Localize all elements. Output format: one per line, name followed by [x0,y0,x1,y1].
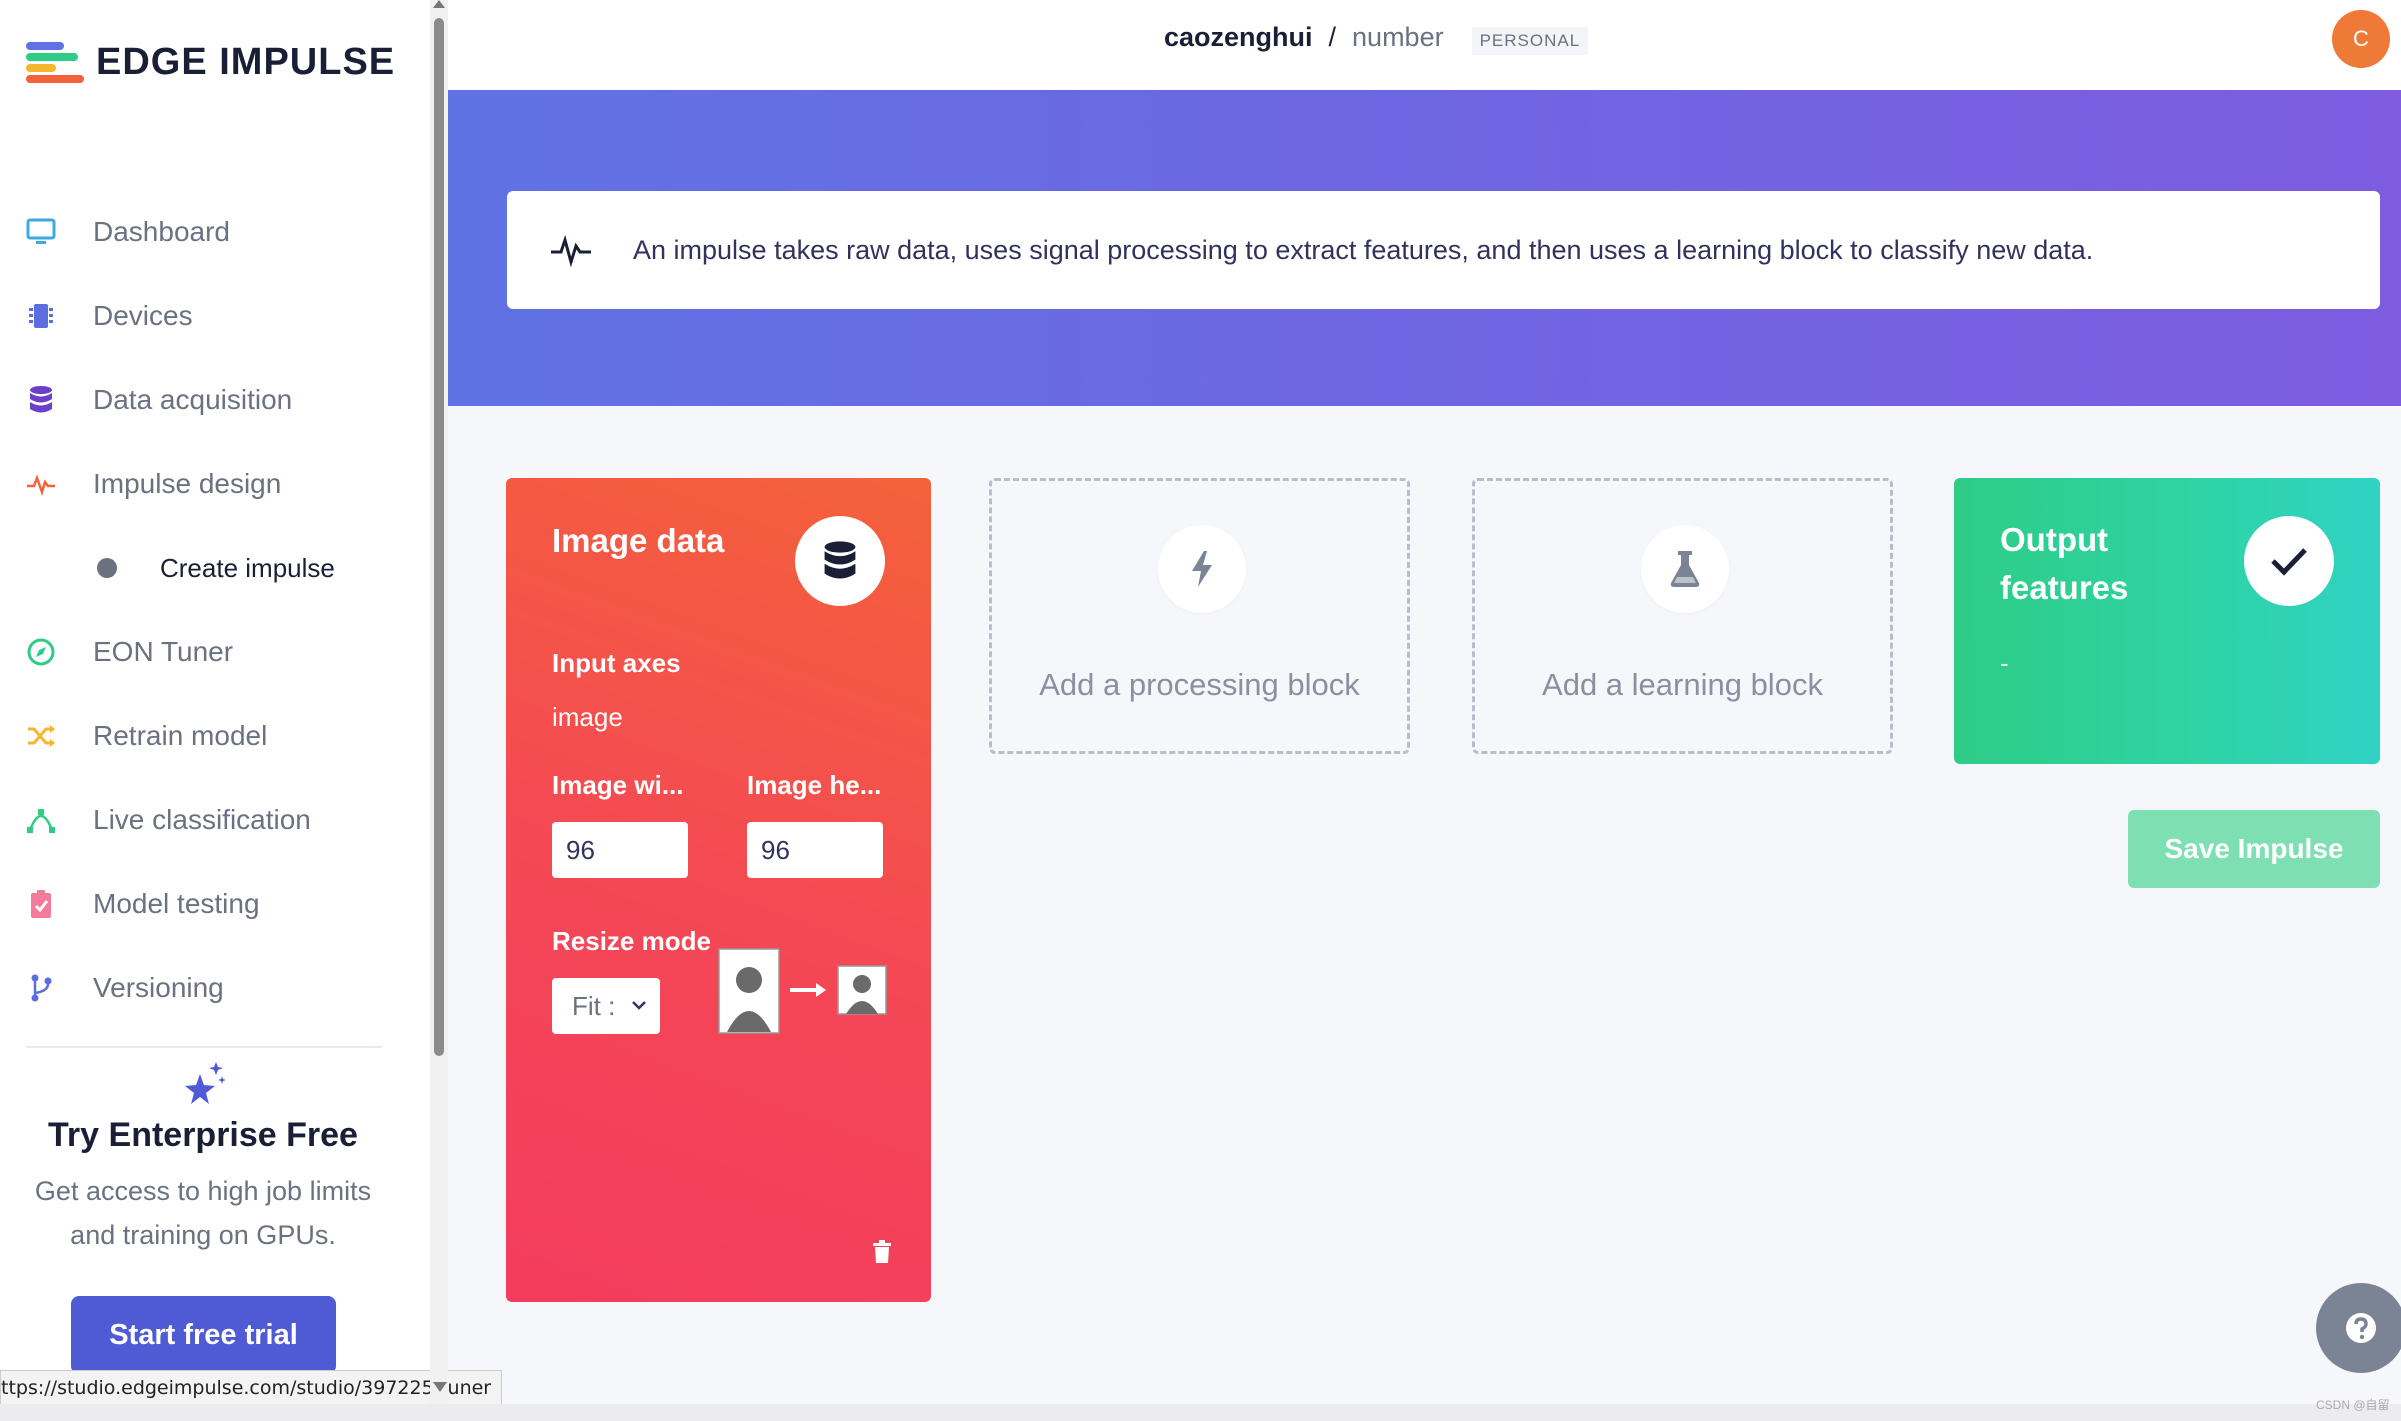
image-height-label: Image he... [747,770,882,800]
database-icon [24,383,58,417]
sidebar-item-dashboard[interactable]: Dashboard [0,190,430,274]
input-axes-value: image [552,702,623,732]
breadcrumb-separator: / [1328,22,1337,52]
sidebar-item-label: Data acquisition [93,384,293,415]
monitor-icon [24,215,58,249]
branch-icon [24,971,58,1005]
enterprise-title: Try Enterprise Free [48,1116,358,1154]
sidebar-item-create-impulse[interactable]: Create impulse [0,526,430,610]
add-learning-block[interactable]: Add a learning block [1472,478,1893,754]
browser-bottom-strip [0,1404,2401,1421]
save-impulse-button[interactable]: Save Impulse [2128,810,2380,888]
sidebar-item-label: Create impulse [160,552,335,583]
sidebar-item-eon-tuner[interactable]: EON Tuner [0,610,430,694]
sidebar-item-label: Model testing [93,888,260,919]
logo[interactable]: EDGE IMPULSE [26,40,395,84]
header-banner: An impulse takes raw data, uses signal p… [448,90,2401,406]
chevron-down-icon [628,992,650,1023]
sidebar-item-label: Live classification [93,804,311,835]
sidebar-item-impulse-design[interactable]: Impulse design [0,442,430,526]
breadcrumb: caozenghui / number PERSONAL [1164,22,1589,55]
flask-icon [1641,525,1729,613]
output-features-title: Output features [2000,521,2129,606]
resize-mode-label: Resize mode [552,926,711,956]
pulse-icon [24,467,58,501]
clipboard-check-icon [24,887,58,921]
image-data-title: Image data [552,522,725,559]
resize-mode-select[interactable]: Fit : [552,978,660,1034]
sidebar-item-retrain-model[interactable]: Retrain model [0,694,430,778]
sidebar: EDGE IMPULSE Dashboard Devices Data acqu… [0,0,503,1421]
sidebar-scrollbar[interactable] [430,0,448,1421]
help-icon[interactable] [2316,1283,2401,1373]
enterprise-desc-line: and training on GPUs. [70,1220,336,1250]
database-icon [795,516,885,606]
sidebar-item-label: Versioning [93,972,224,1003]
status-bar-url: ttps://studio.edgeimpulse.com/studio/397… [0,1370,503,1406]
scroll-up-arrow-icon[interactable] [433,0,445,8]
impulse-info-box: An impulse takes raw data, uses signal p… [507,191,2380,309]
resize-mode-value: Fit : [572,990,616,1021]
image-width-label: Image wi... [552,770,684,800]
trash-icon[interactable] [872,1240,892,1269]
resize-mode-illustration [718,948,888,1034]
dot-icon [97,558,117,578]
lightning-icon [1158,525,1246,613]
shuffle-icon [24,719,58,753]
start-free-trial-button[interactable]: Start free trial [71,1296,336,1374]
add-processing-block-label: Add a processing block [1039,667,1360,702]
sidebar-divider [26,1046,382,1048]
sidebar-item-label: Retrain model [93,720,268,751]
compass-icon [24,635,58,669]
sidebar-nav: Dashboard Devices Data acquisition Impul… [0,190,430,1030]
impulse-info-text: An impulse takes raw data, uses signal p… [633,234,2094,265]
sidebar-item-versioning[interactable]: Versioning [0,946,430,1030]
logo-text: EDGE IMPULSE [96,40,396,83]
sidebar-item-data-acquisition[interactable]: Data acquisition [0,358,430,442]
top-bar: caozenghui / number PERSONAL C [448,0,2401,91]
enterprise-promo: Try Enterprise Free Get access to high j… [0,1060,406,1257]
add-learning-block-label: Add a learning block [1542,667,1823,702]
sidebar-item-label: Impulse design [93,468,282,499]
breadcrumb-user[interactable]: caozenghui [1164,22,1313,53]
chip-icon [24,299,58,333]
image-height-input[interactable]: 96 [747,822,883,878]
sparkle-star-icon [178,1060,228,1115]
sidebar-item-devices[interactable]: Devices [0,274,430,358]
sidebar-item-label: EON Tuner [93,636,234,667]
breadcrumb-project[interactable]: number [1352,22,1444,53]
nodes-icon [24,803,58,837]
enterprise-desc-line: Get access to high job limits [34,1176,372,1206]
check-icon [2244,516,2334,606]
output-features-block: Output features - [1954,478,2380,764]
sidebar-item-label: Devices [93,300,193,331]
add-processing-block[interactable]: Add a processing block [989,478,1410,754]
sidebar-item-live-classification[interactable]: Live classification [0,778,430,862]
sidebar-item-model-testing[interactable]: Model testing [0,862,430,946]
user-avatar[interactable]: C [2332,10,2390,68]
image-width-input[interactable]: 96 [552,822,688,878]
scroll-thumb[interactable] [434,18,444,1056]
project-type-badge: PERSONAL [1471,27,1589,55]
scroll-down-arrow-icon[interactable] [433,1382,447,1392]
enterprise-description: Get access to high job limits and traini… [0,1169,406,1257]
output-features-value: - [2000,648,2009,678]
watermark: CSDN @自留 [2316,1398,2390,1412]
pulse-icon [549,232,593,268]
image-data-block: Image data Input axes image Image wi... … [506,478,931,1302]
logo-mark-icon [26,40,84,84]
input-axes-label: Input axes [552,648,681,678]
sidebar-item-label: Dashboard [93,216,230,247]
